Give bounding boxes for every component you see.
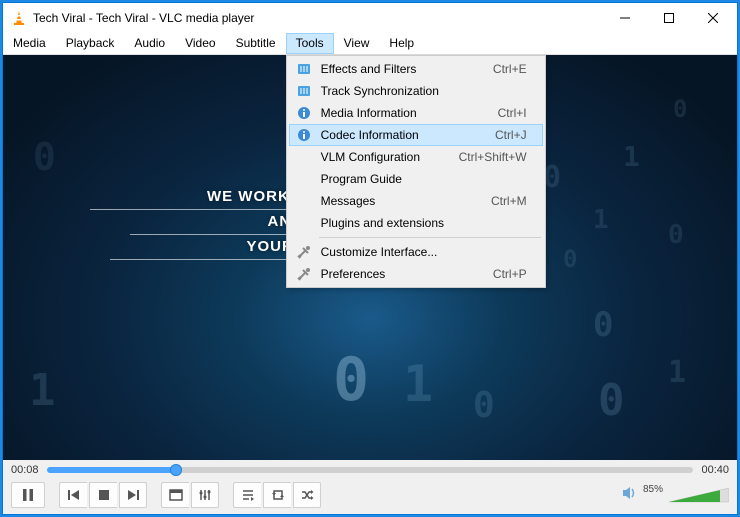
- bg-digit: 0: [673, 95, 687, 123]
- shuffle-button[interactable]: [293, 482, 321, 508]
- menu-item-label: Messages: [315, 194, 491, 208]
- menu-view[interactable]: View: [334, 33, 380, 54]
- menu-item-shortcut: Ctrl+P: [493, 267, 539, 281]
- menu-item-label: Media Information: [315, 106, 498, 120]
- bg-digit: 0: [33, 135, 56, 179]
- close-button[interactable]: [691, 3, 735, 33]
- fullscreen-button[interactable]: [161, 482, 189, 508]
- menu-subtitle[interactable]: Subtitle: [226, 33, 286, 54]
- titlebar: Tech Viral - Tech Viral - VLC media play…: [3, 3, 737, 33]
- menu-tools-label: Tools: [296, 36, 324, 50]
- menu-audio[interactable]: Audio: [124, 33, 175, 54]
- playlist-button[interactable]: [233, 482, 261, 508]
- pause-button[interactable]: [11, 482, 45, 508]
- tools-dropdown: Effects and FiltersCtrl+E Track Synchroni…: [286, 55, 546, 288]
- menu-item-label: Customize Interface...: [315, 245, 527, 259]
- bg-digit: 0: [668, 220, 684, 250]
- menubar: Media Playback Audio Video Subtitle Tool…: [3, 33, 737, 55]
- volume-percent-label: 85%: [643, 484, 663, 495]
- menu-item-label: Codec Information: [315, 128, 495, 142]
- bg-digit: 0: [333, 345, 369, 415]
- bg-digit: 0: [563, 245, 577, 273]
- equalizer-icon: [293, 63, 315, 75]
- loop-button[interactable]: [263, 482, 291, 508]
- previous-button[interactable]: [59, 482, 87, 508]
- bg-digit: 1: [668, 355, 686, 390]
- menu-item-shortcut: Ctrl+I: [498, 106, 539, 120]
- speaker-icon[interactable]: [621, 485, 637, 506]
- bg-digit: 0: [598, 375, 625, 426]
- menu-item-label: Effects and Filters: [315, 62, 493, 76]
- menu-item-label: Track Synchronization: [315, 84, 527, 98]
- bg-digit: 0: [543, 160, 561, 195]
- menu-item-codec-information[interactable]: Codec InformationCtrl+J: [289, 124, 543, 146]
- window-title: Tech Viral - Tech Viral - VLC media play…: [33, 11, 603, 25]
- menu-item-vlm-configuration[interactable]: VLM ConfigurationCtrl+Shift+W: [289, 146, 543, 168]
- seek-slider[interactable]: [47, 467, 694, 473]
- controls-bar: 00:08 00:40 85%: [3, 460, 737, 514]
- bg-digit: 0: [593, 305, 613, 345]
- menu-item-track-synchronization[interactable]: Track Synchronization: [289, 80, 543, 102]
- menu-item-preferences[interactable]: PreferencesCtrl+P: [289, 263, 543, 285]
- menu-item-effects-and-filters[interactable]: Effects and FiltersCtrl+E: [289, 58, 543, 80]
- button-row: 85%: [11, 482, 729, 508]
- menu-item-label: VLM Configuration: [315, 150, 459, 164]
- equalizer-icon: [293, 85, 315, 97]
- volume-slider[interactable]: [669, 486, 729, 504]
- menu-playback[interactable]: Playback: [56, 33, 125, 54]
- menu-item-shortcut: Ctrl+M: [491, 194, 539, 208]
- menu-item-label: Preferences: [315, 267, 493, 281]
- menu-item-shortcut: Ctrl+E: [493, 62, 539, 76]
- menu-item-shortcut: Ctrl+Shift+W: [459, 150, 539, 164]
- menu-item-label: Program Guide: [315, 172, 527, 186]
- bg-digit: 1: [29, 365, 56, 416]
- info-icon: [293, 128, 315, 142]
- menu-item-media-information[interactable]: Media InformationCtrl+I: [289, 102, 543, 124]
- menu-tools[interactable]: Tools Effects and FiltersCtrl+ETrack Syn…: [286, 33, 334, 54]
- tools-icon: [293, 245, 315, 259]
- menu-help[interactable]: Help: [379, 33, 424, 54]
- seek-knob[interactable]: [170, 464, 182, 476]
- menu-item-messages[interactable]: MessagesCtrl+M: [289, 190, 543, 212]
- bg-digit: 1: [593, 205, 609, 235]
- minimize-button[interactable]: [603, 3, 647, 33]
- menu-item-shortcut: Ctrl+J: [495, 128, 539, 142]
- menu-item-label: Plugins and extensions: [315, 216, 527, 230]
- bg-digit: 1: [623, 140, 640, 173]
- menu-item-customize-interface[interactable]: Customize Interface...: [289, 241, 543, 263]
- bg-digit: 1: [403, 355, 433, 413]
- app-window: Tech Viral - Tech Viral - VLC media play…: [2, 2, 738, 515]
- menu-item-program-guide[interactable]: Program Guide: [289, 168, 543, 190]
- menu-media[interactable]: Media: [3, 33, 56, 54]
- time-elapsed[interactable]: 00:08: [11, 464, 39, 476]
- seek-fill: [47, 467, 176, 473]
- maximize-button[interactable]: [647, 3, 691, 33]
- stop-button[interactable]: [89, 482, 117, 508]
- menu-separator: [319, 237, 541, 238]
- menu-item-plugins-and-extensions[interactable]: Plugins and extensions: [289, 212, 543, 234]
- extended-settings-button[interactable]: [191, 482, 219, 508]
- volume-control: 85%: [621, 485, 729, 506]
- menu-video[interactable]: Video: [175, 33, 225, 54]
- tools-icon: [293, 267, 315, 281]
- progress-row: 00:08 00:40: [11, 464, 729, 476]
- time-total[interactable]: 00:40: [701, 464, 729, 476]
- bg-digit: 0: [473, 385, 495, 426]
- info-icon: [293, 106, 315, 120]
- next-button[interactable]: [119, 482, 147, 508]
- vlc-cone-icon: [11, 10, 27, 26]
